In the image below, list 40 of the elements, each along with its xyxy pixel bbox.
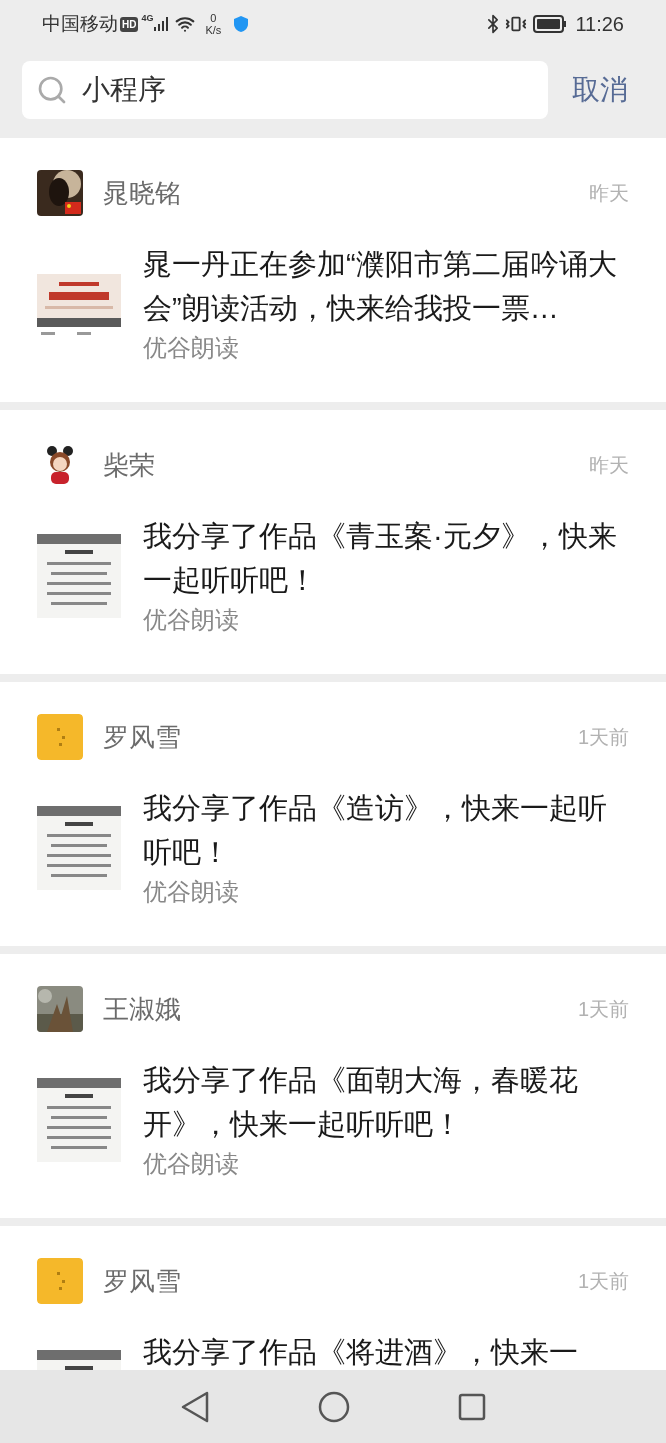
result-card[interactable]: 罗风雪 1天前 我分享了作品《造访》，快来一起听听吧！ 优谷朗读	[0, 682, 666, 946]
speed-unit: K/s	[205, 24, 222, 36]
recents-icon[interactable]	[458, 1392, 486, 1421]
result-card[interactable]: 柴荣 昨天 我分享了作品《青玉案·元夕》，快来一起听听吧！ 优谷朗读	[0, 410, 666, 674]
carrier-name: 中国移动	[42, 11, 118, 36]
share-title: 我分享了作品《青玉案·元夕》，快来一起听听吧！	[143, 519, 618, 598]
wifi-icon	[175, 14, 196, 34]
source-name: 优谷朗读	[143, 877, 240, 907]
contact-name: 罗风雪	[103, 720, 182, 754]
share-title: 晁一丹正在参加“濮阳市第二届吟诵大会”朗读活动，快来给我投一票…	[143, 247, 618, 326]
source-name: 优谷朗读	[143, 333, 240, 363]
source-name: 优谷朗读	[143, 605, 240, 635]
hd-badge: HD	[120, 16, 139, 32]
back-icon[interactable]	[180, 1390, 210, 1423]
result-card[interactable]: 罗风雪 1天前 我分享了作品《将进酒》，快来一	[0, 1226, 666, 1370]
cancel-button[interactable]: 取消	[572, 76, 628, 104]
contact-name: 晁晓铭	[103, 176, 182, 210]
share-title: 我分享了作品《将进酒》，快来一	[143, 1335, 579, 1370]
contact-name: 柴荣	[103, 448, 156, 482]
home-icon[interactable]	[318, 1390, 350, 1423]
timestamp: 昨天	[589, 181, 629, 206]
speed-value: 0	[210, 12, 217, 24]
signal-icon	[153, 16, 170, 32]
search-icon	[36, 74, 68, 106]
search-field[interactable]: 小程序	[22, 61, 548, 119]
result-card[interactable]: 晁晓铭 昨天 晁一丹正在参加“濮阳市第二届吟诵大会”朗读活动，快来给我投一票… 优谷朗读	[0, 138, 666, 402]
network-type: 4G	[141, 12, 154, 25]
timestamp: 1天前	[577, 725, 629, 750]
battery-icon	[533, 15, 568, 33]
clock: 11:26	[575, 12, 624, 37]
timestamp: 1天前	[577, 1269, 629, 1294]
contact-name: 罗风雪	[103, 1264, 182, 1298]
result-card[interactable]: 王淑娥 1天前 我分享了作品《面朝大海，春暖花开》，快来一起听听吧！ 优谷朗读	[0, 954, 666, 1218]
share-title: 我分享了作品《面朝大海，春暖花开》，快来一起听听吧！	[143, 1063, 579, 1142]
source-name: 优谷朗读	[143, 1149, 240, 1179]
timestamp: 昨天	[589, 453, 629, 478]
share-title: 我分享了作品《造访》，快来一起听听吧！	[143, 791, 608, 870]
shield-icon	[233, 15, 250, 33]
contact-name: 王淑娥	[103, 992, 182, 1026]
timestamp: 1天前	[577, 997, 629, 1022]
